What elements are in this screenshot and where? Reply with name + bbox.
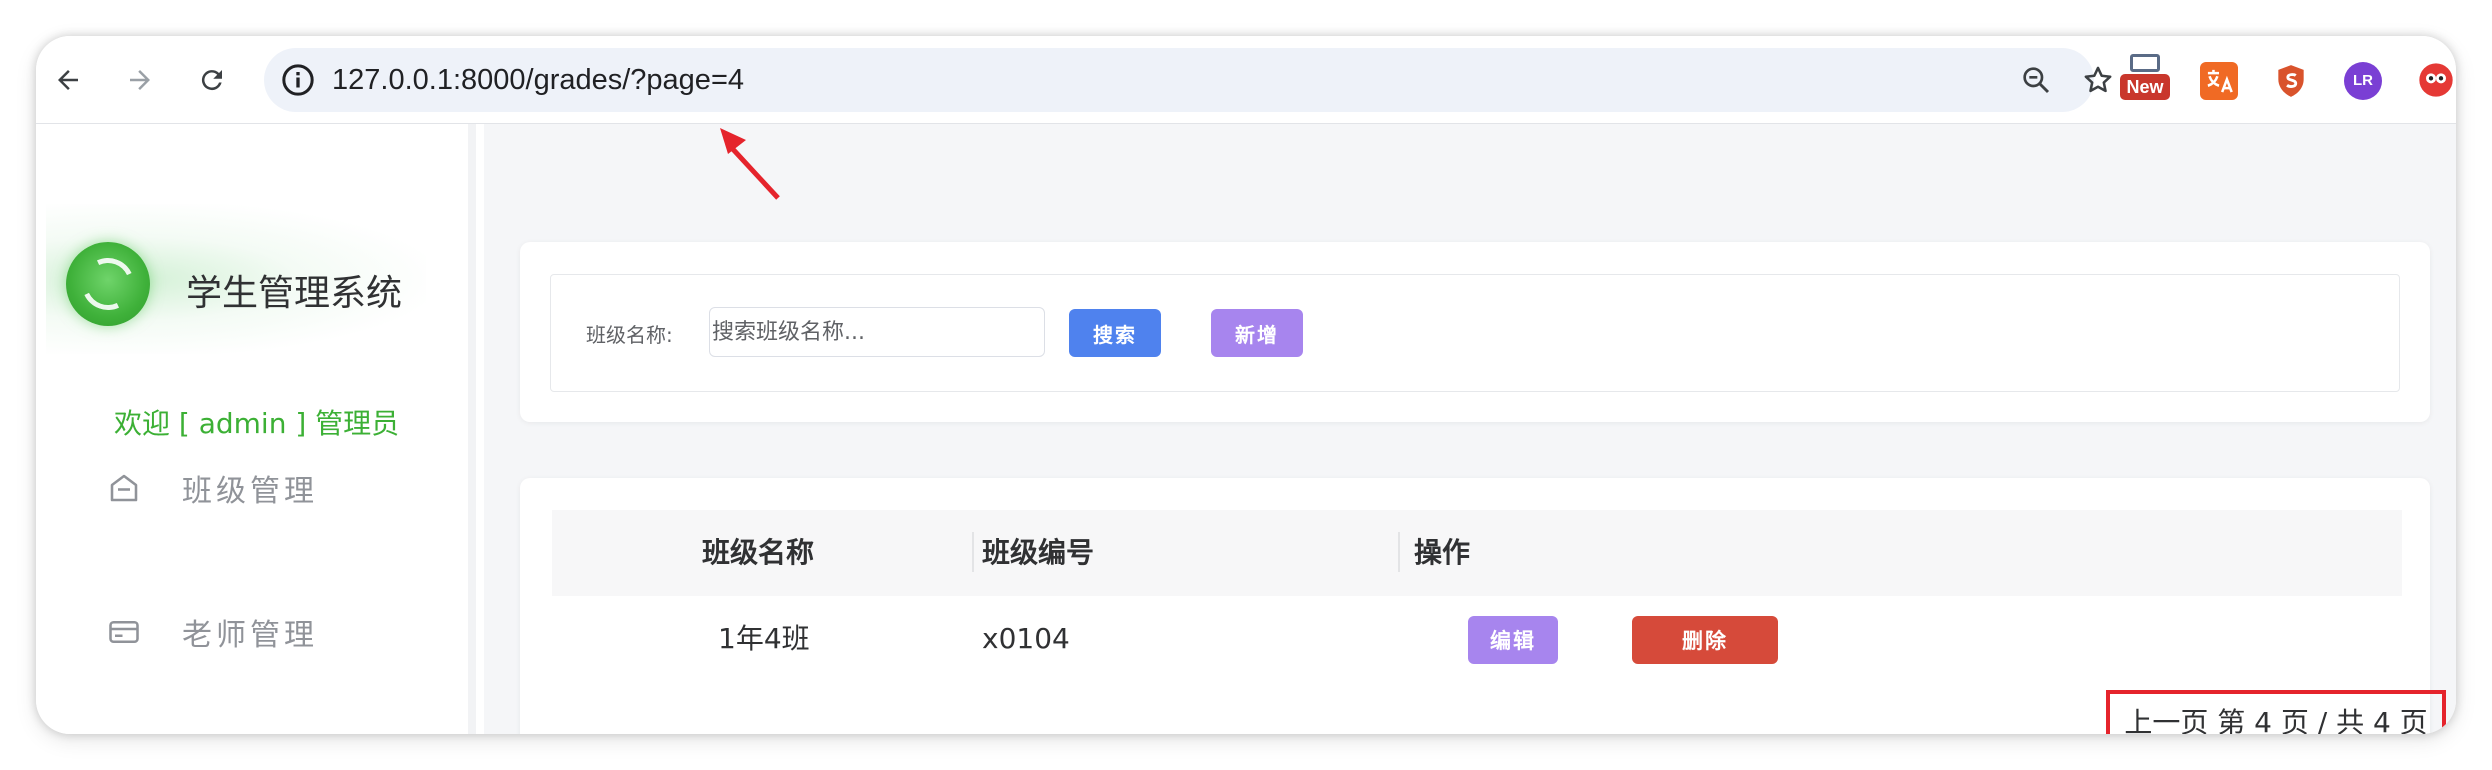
sidebar-item-grades[interactable]: 班级管理 [106, 466, 318, 510]
zoom-out-icon[interactable] [2016, 60, 2056, 100]
extension-avatar-icon[interactable]: LR [2344, 62, 2382, 100]
edit-button[interactable]: 编辑 [1468, 616, 1558, 664]
column-divider [972, 532, 974, 572]
site-info-icon[interactable] [278, 60, 318, 104]
browser-window: 127.0.0.1:8000/grades/?page=4 New LR 学生管… [36, 36, 2456, 734]
welcome-text: 欢迎 [ admin ] 管理员 [114, 407, 400, 440]
app-logo-icon [66, 242, 150, 326]
extension-new-icon[interactable]: New [2120, 52, 2170, 104]
search-label: 班级名称: [586, 323, 673, 347]
app-brand: 学生管理系统 [186, 273, 403, 314]
forward-button[interactable] [116, 56, 164, 104]
main-content: 班级名称: 搜索 新增 班级名称 班级编号 操作 1年4班 x0104 [484, 124, 2456, 734]
column-header-actions: 操作 [1414, 536, 1471, 569]
back-button[interactable] [44, 56, 92, 104]
app-root: 学生管理系统 欢迎 [ admin ] 管理员 班级管理 老师管理 班级名称: … [36, 124, 2456, 734]
search-button[interactable]: 搜索 [1069, 309, 1161, 357]
column-divider [1398, 532, 1400, 572]
table-card: 班级名称 班级编号 操作 1年4班 x0104 编辑 删除 上一页 第 4 页 … [520, 478, 2446, 734]
column-header-code: 班级编号 [982, 536, 1095, 569]
arrow-left-icon [58, 70, 78, 90]
avatar-text: LR [2353, 72, 2373, 89]
house-icon [110, 474, 138, 502]
card-icon [109, 620, 139, 644]
pagination-text[interactable]: 上一页 第 4 页 / 共 4 页 [2106, 690, 2446, 734]
search-form: 班级名称: 搜索 新增 [550, 274, 2400, 392]
search-input[interactable] [709, 307, 1045, 357]
table-header: 班级名称 班级编号 操作 [552, 510, 2402, 596]
extension-mascot-icon[interactable] [2416, 60, 2456, 100]
extension-translate-icon[interactable] [2200, 62, 2238, 100]
sidebar-item-label: 班级管理 [182, 474, 318, 509]
url-text[interactable]: 127.0.0.1:8000/grades/?page=4 [332, 48, 744, 112]
extension-shield-s-icon[interactable] [2272, 62, 2310, 100]
delete-button[interactable]: 删除 [1632, 616, 1778, 664]
reload-button[interactable] [188, 56, 236, 104]
address-bar[interactable]: 127.0.0.1:8000/grades/?page=4 [264, 48, 2112, 112]
search-card: 班级名称: 搜索 新增 [520, 242, 2430, 422]
sidebar: 学生管理系统 欢迎 [ admin ] 管理员 班级管理 老师管理 [36, 124, 476, 734]
bookmark-star-icon[interactable] [2078, 60, 2118, 100]
arrow-right-icon [130, 70, 150, 90]
sidebar-item-teachers[interactable]: 老师管理 [106, 610, 318, 654]
annotation-arrow-icon [720, 128, 780, 200]
browser-toolbar: 127.0.0.1:8000/grades/?page=4 New LR [36, 36, 2456, 124]
cell-class-code: x0104 [982, 622, 1070, 655]
new-badge: New [2120, 74, 2170, 100]
cell-class-name: 1年4班 [718, 622, 810, 655]
sidebar-item-label: 老师管理 [182, 618, 318, 653]
reload-icon [201, 70, 222, 91]
add-button[interactable]: 新增 [1211, 309, 1303, 357]
column-header-name: 班级名称 [702, 536, 815, 569]
